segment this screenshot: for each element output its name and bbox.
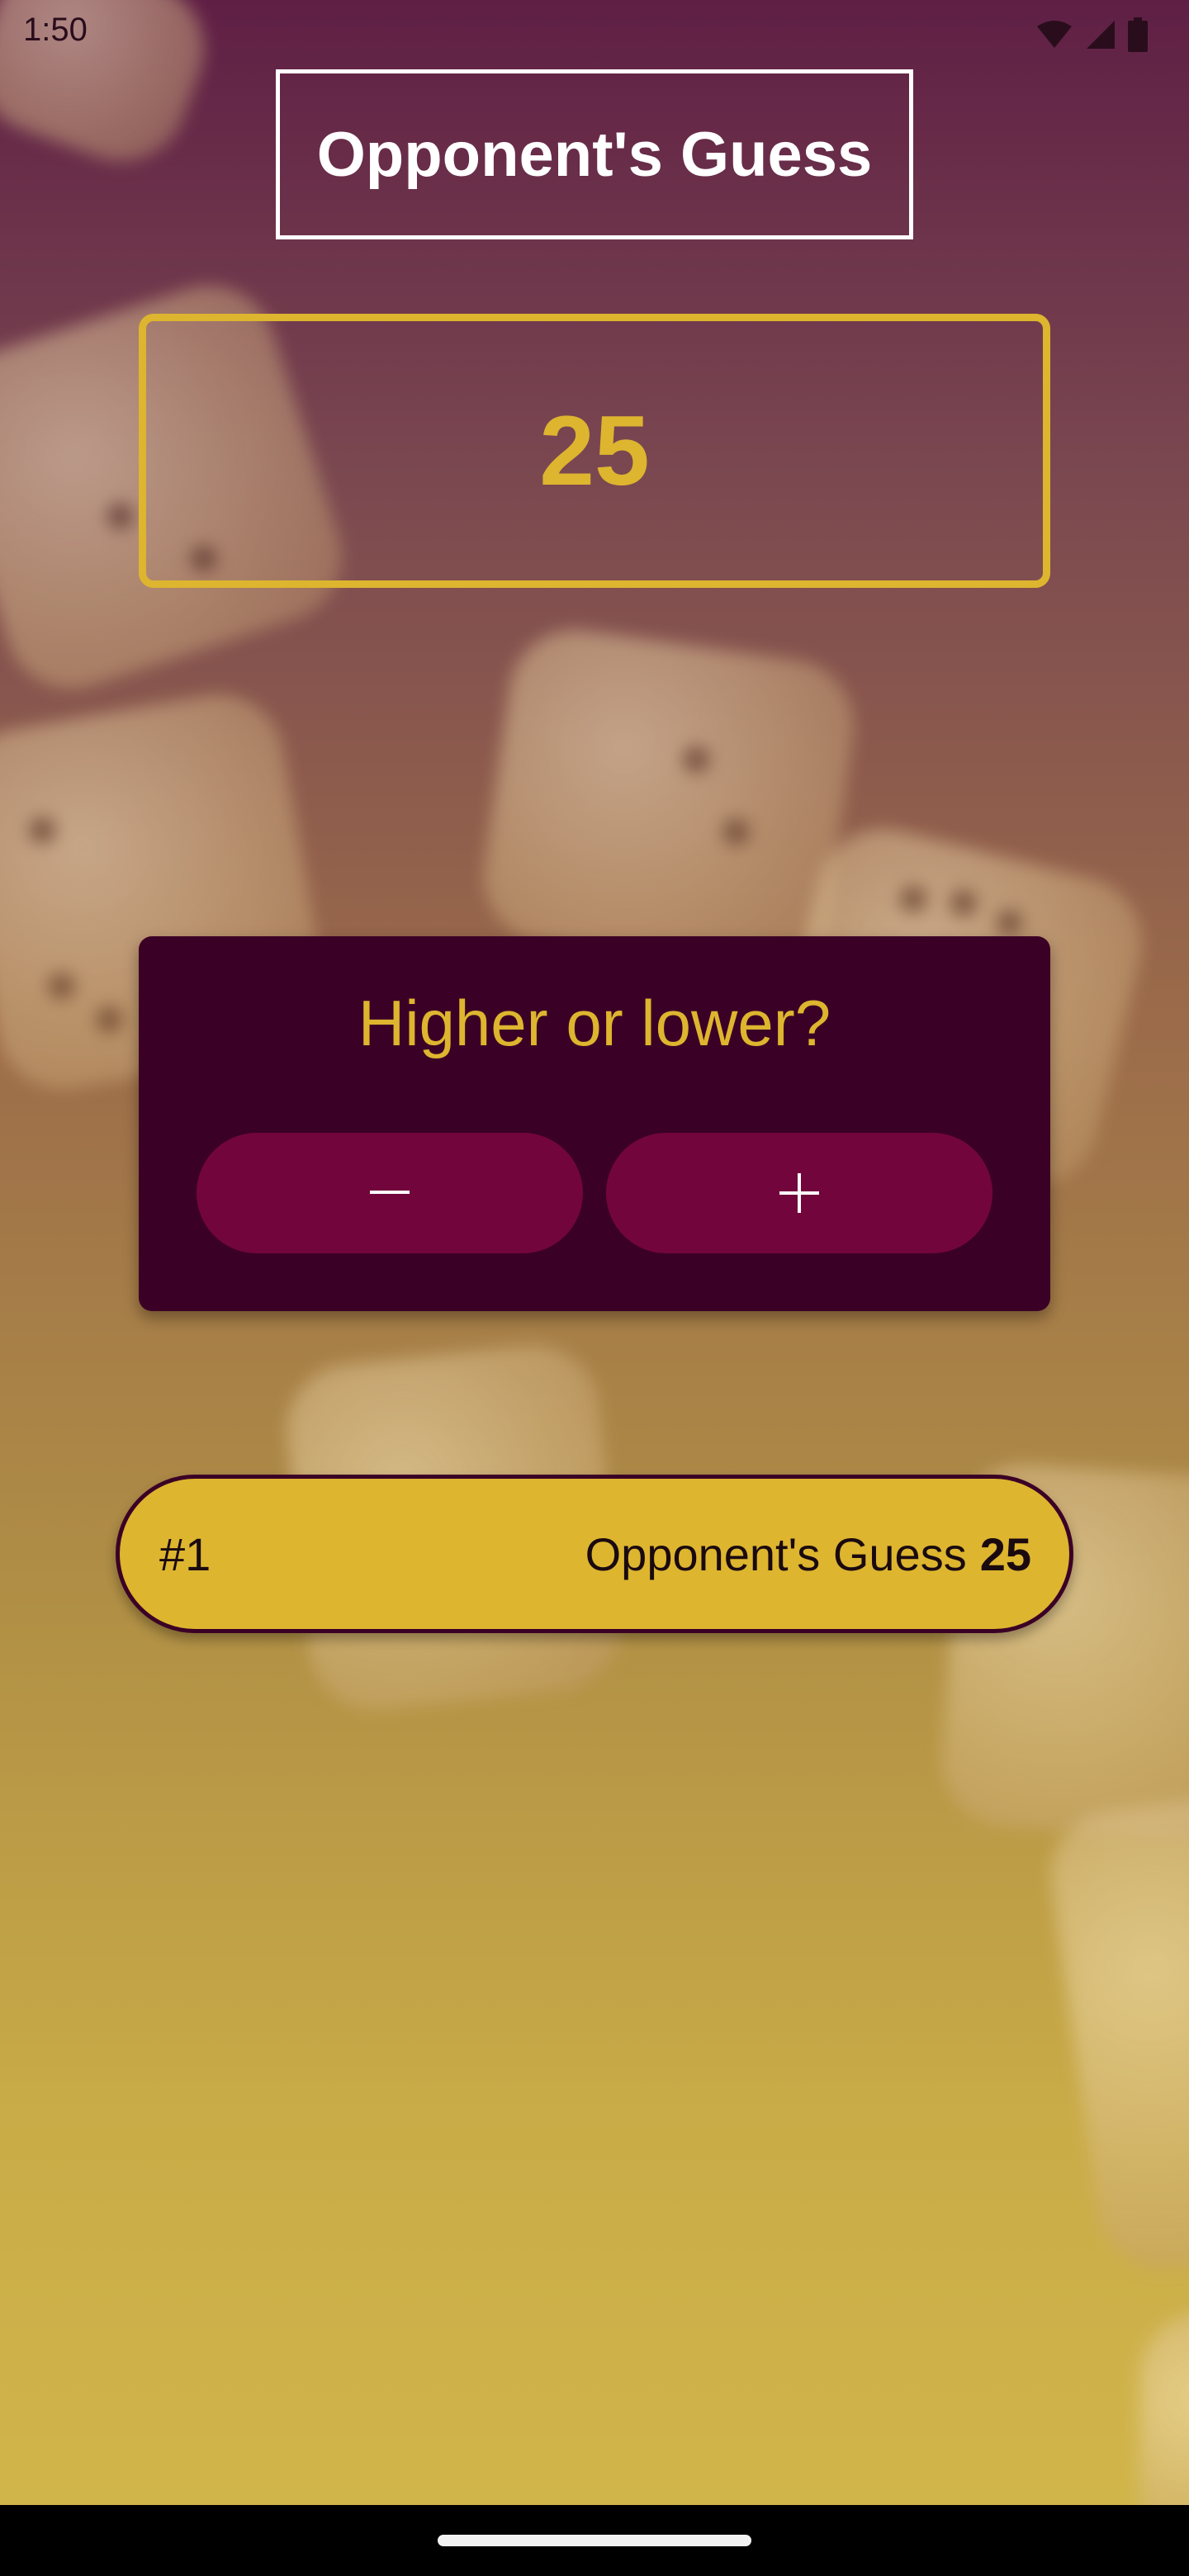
game-screen: 1:50 Opponent's Guess 25 Higher or lower… bbox=[0, 0, 1189, 2576]
higher-lower-card: Higher or lower? bbox=[139, 936, 1050, 1311]
guess-log-index: #1 bbox=[159, 1527, 211, 1580]
guess-log-item: #1 Opponent's Guess 25 bbox=[116, 1475, 1073, 1633]
guess-log-value: 25 bbox=[979, 1527, 1031, 1580]
battery-icon bbox=[1128, 17, 1148, 52]
background-dice-decoration bbox=[475, 621, 863, 981]
guess-log-text: Opponent's Guess 25 bbox=[585, 1479, 1031, 1629]
home-indicator[interactable] bbox=[438, 2535, 751, 2546]
page-title: Opponent's Guess bbox=[316, 119, 873, 190]
title-box: Opponent's Guess bbox=[276, 69, 913, 239]
current-guess-number: 25 bbox=[539, 395, 650, 506]
guess-log-label: Opponent's Guess bbox=[585, 1527, 967, 1580]
higher-lower-prompt: Higher or lower? bbox=[358, 987, 831, 1059]
signal-icon bbox=[1087, 21, 1115, 49]
higher-button[interactable] bbox=[606, 1133, 992, 1253]
status-icons bbox=[1035, 17, 1148, 53]
current-guess-display: 25 bbox=[139, 314, 1050, 588]
status-bar: 1:50 bbox=[0, 0, 1189, 66]
plus-icon bbox=[779, 1173, 819, 1213]
status-time: 1:50 bbox=[23, 12, 88, 48]
minus-icon bbox=[370, 1191, 410, 1194]
system-navigation-bar bbox=[0, 2505, 1189, 2576]
background-dice-decoration bbox=[1042, 1784, 1189, 2278]
lower-button[interactable] bbox=[197, 1133, 583, 1253]
wifi-icon bbox=[1037, 21, 1072, 48]
